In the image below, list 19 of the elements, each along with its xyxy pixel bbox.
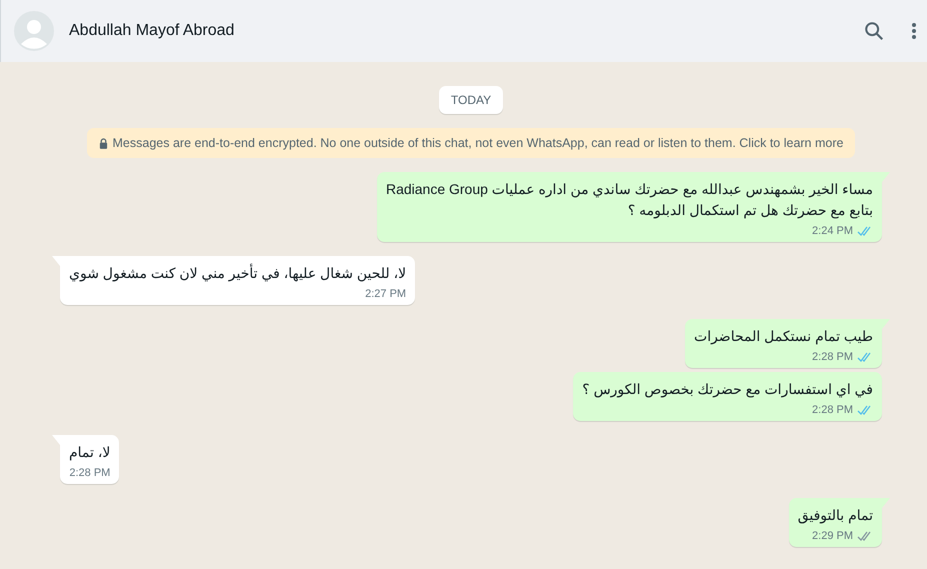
message-time: 2:27 PM <box>365 288 406 300</box>
message-text: في اي استفسارات مع حضرتك بخصوص الكورس ؟ <box>582 380 873 400</box>
date-chip: TODAY <box>438 86 504 114</box>
lock-icon <box>98 138 108 148</box>
message-time: 2:28 PM <box>812 404 853 416</box>
message-time: 2:28 PM <box>69 467 110 479</box>
contact-name[interactable]: Abdullah Mayof Abroad <box>69 22 234 40</box>
menu-icon[interactable] <box>911 21 917 41</box>
message-time: 2:28 PM <box>812 351 853 363</box>
message-text: لا، تمام <box>69 443 110 462</box>
message-text: تمام بالتوفيق <box>798 506 873 526</box>
message-text: لا، للحين شغال عليها، في تأخير مني لان كنت مشغول شوي <box>69 263 406 284</box>
notice-text: Messages are end-to-end encrypted. No one outside of this chat, not even WhatsApp, can read or listen to them. Click to learn more <box>112 136 844 150</box>
message-text: مساء الخير بشمهندس عبدالله مع حضرتك ساندي من اداره عمليات Radiance Group بتابع مع حضرتك هل تم استكمال الدبلومه ؟ <box>386 180 873 220</box>
search-icon[interactable] <box>863 20 885 42</box>
message-time: 2:29 PM <box>812 530 853 542</box>
encryption-notice[interactable]: Messages are end-to-end encrypted. No one outside of this chat, not even WhatsApp, can read or listen to them. Click to learn more <box>86 128 856 158</box>
message-text: طيب تمام نستكمل المحاضرات <box>694 327 873 346</box>
message-time: 2:24 PM <box>812 225 853 237</box>
